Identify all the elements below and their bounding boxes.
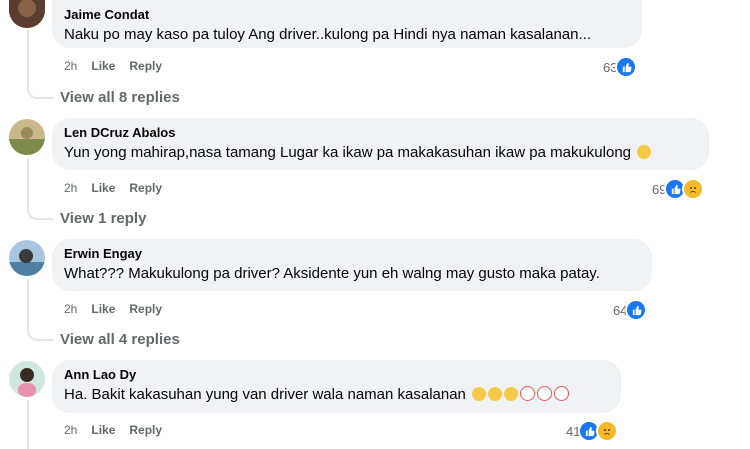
crying-face-emoji: [472, 387, 487, 401]
thread-elbow: [27, 327, 53, 341]
like-button[interactable]: Like: [91, 181, 115, 195]
reply-button[interactable]: Reply: [129, 423, 162, 437]
comment-text-body: Yun yong mahirap,nasa tamang Lugar ka ik…: [64, 144, 632, 161]
reply-button[interactable]: Reply: [129, 59, 162, 73]
thread-elbow: [27, 206, 53, 220]
comment-time[interactable]: 2h: [64, 302, 77, 316]
comment-actions: 2h Like Reply: [64, 423, 162, 437]
thread-line: [27, 279, 29, 327]
comment-text: Naku po may kaso pa tuloy Ang driver..ku…: [64, 26, 591, 43]
reply-button[interactable]: Reply: [129, 181, 162, 195]
comment-author[interactable]: Jaime Condat: [64, 7, 630, 23]
view-replies-link[interactable]: View all 4 replies: [60, 331, 180, 348]
crying-face-emoji: [504, 387, 519, 401]
comment-time[interactable]: 2h: [64, 181, 77, 195]
comment-bubble: Erwin Engay What??? Makukulong pa driver…: [52, 239, 652, 291]
comment-actions: 2h Like Reply: [64, 302, 162, 316]
comment-bubble: Ann Lao Dy Ha. Bakit kakasuhan yung van …: [52, 360, 621, 413]
sad-icon: [682, 178, 705, 200]
view-replies-link[interactable]: View all 8 replies: [60, 89, 180, 106]
comment-text: Yun yong mahirap,nasa tamang Lugar ka ik…: [64, 143, 697, 163]
comment-bubble: Len DCruz Abalos Yun yong mahirap,nasa t…: [52, 118, 709, 170]
sad-icon: [596, 420, 619, 442]
clown-face-emoji: [537, 386, 553, 401]
clown-face-emoji: [520, 386, 536, 401]
thread-line: [27, 30, 29, 85]
clown-face-emoji: [554, 386, 570, 401]
view-replies-link[interactable]: View 1 reply: [60, 210, 146, 227]
reply-button[interactable]: Reply: [129, 302, 162, 316]
comment-author[interactable]: Erwin Engay: [64, 246, 640, 262]
like-button[interactable]: Like: [91, 423, 115, 437]
avatar[interactable]: [9, 119, 45, 155]
thread-elbow: [27, 85, 53, 99]
comment-actions: 2h Like Reply: [64, 59, 162, 73]
comment-time[interactable]: 2h: [64, 423, 77, 437]
crying-face-emoji: [488, 387, 503, 401]
like-button[interactable]: Like: [91, 59, 115, 73]
thread-line: [27, 400, 29, 449]
reaction-summary[interactable]: 41: [566, 420, 619, 442]
sad-face-emoji: [637, 145, 652, 159]
like-icon: [625, 299, 648, 321]
avatar[interactable]: [9, 240, 45, 276]
comment-time[interactable]: 2h: [64, 59, 77, 73]
comment-text-body: Ha. Bakit kakasuhan yung van driver wala…: [64, 386, 466, 403]
like-icon: [615, 56, 638, 78]
comment-actions: 2h Like Reply: [64, 181, 162, 195]
avatar[interactable]: [9, 361, 45, 397]
avatar[interactable]: [9, 0, 45, 28]
like-button[interactable]: Like: [91, 302, 115, 316]
reaction-summary[interactable]: 69: [652, 178, 705, 200]
comment-author[interactable]: Len DCruz Abalos: [64, 125, 697, 141]
thread-line: [27, 158, 29, 206]
comment-author[interactable]: Ann Lao Dy: [64, 367, 609, 383]
comment-text: Ha. Bakit kakasuhan yung van driver wala…: [64, 385, 609, 405]
comment-text: What??? Makukulong pa driver? Aksidente …: [64, 265, 600, 282]
reaction-summary[interactable]: 64: [613, 299, 648, 321]
comment-bubble: Jaime Condat Naku po may kaso pa tuloy A…: [52, 0, 642, 48]
reaction-summary[interactable]: 63: [603, 56, 638, 78]
